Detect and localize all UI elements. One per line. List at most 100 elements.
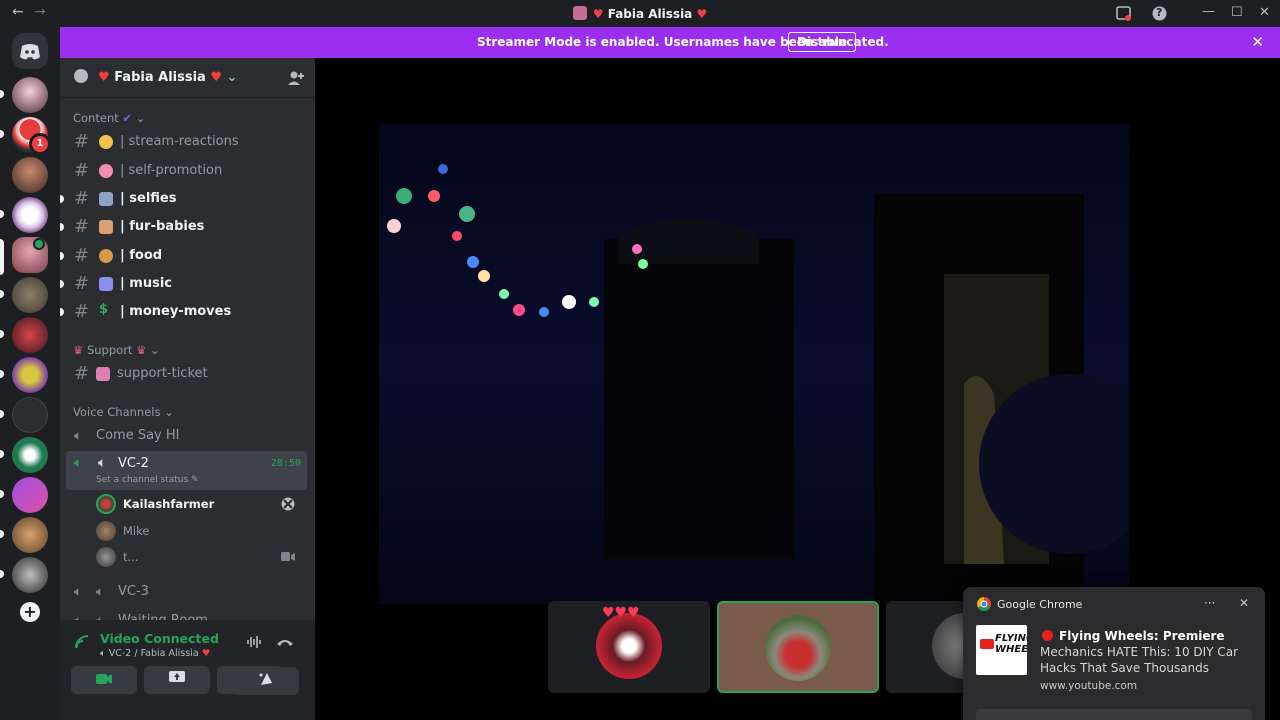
title-bar: ← → ♥ Fabia Alissia ♥ ? — ☐ ✕ [0,0,1280,27]
server-avatar[interactable] [12,157,48,193]
server-pip [0,210,4,218]
minimize-button[interactable]: — [1202,4,1215,19]
channel-label: | fur-babies [120,219,205,234]
channel-support-ticket[interactable]: # support-ticket [66,361,310,387]
notification-app-name: Google Chrome [997,598,1083,611]
channel-selfies[interactable]: # | selfies [66,186,310,212]
notification-url: www.youtube.com [1040,680,1138,692]
camera-button[interactable] [71,666,137,694]
music-note-emoji-icon [99,277,113,291]
maximize-button[interactable]: ☐ [1231,5,1243,20]
participant-tile[interactable]: ♥♥♥ [548,601,710,693]
channel-label: | stream-reactions [120,134,239,149]
disconnect-icon[interactable] [276,635,294,649]
server-header[interactable]: ♥ Fabia Alissia ♥ ⌄ [60,58,315,98]
unread-indicator [60,223,64,231]
streamer-mode-banner: Streamer Mode is enabled. Usernames have… [60,27,1280,58]
notification-close-button[interactable]: ✕ [1239,596,1249,610]
hash-icon: # [74,188,90,209]
screen-share-button[interactable] [144,666,210,694]
category-content[interactable]: Content ✔ ⌄ [73,111,145,125]
voice-channel-label: VC-2 [118,456,149,471]
server-avatar[interactable] [12,477,48,513]
camera-icon [281,552,295,561]
voice-channel-label: VC-3 [118,584,149,599]
close-window-button[interactable]: ✕ [1259,5,1270,20]
channel-money-moves[interactable]: # $ | money-moves [66,299,310,325]
server-pip [0,130,4,138]
voice-connection-status[interactable]: Video Connected [100,631,219,646]
server-pip [0,410,4,418]
server-pip [0,370,4,378]
voice-member-mike[interactable]: Mike [96,519,301,543]
server-avatar[interactable] [12,197,48,233]
channel-label: | food [120,248,163,263]
channel-fur-babies[interactable]: # | fur-babies [66,214,310,240]
server-pip [0,290,4,298]
flying-wheels-logo: FLYING WHEELS [976,625,1027,675]
unread-indicator [60,308,64,316]
server-avatar[interactable] [12,517,48,553]
chrome-notification[interactable]: Google Chrome ··· ✕ FLYING WHEELS Flying… [963,587,1265,720]
notification-title: Flying Wheels: Premiere [1059,629,1225,643]
close-banner-button[interactable]: ✕ [1251,33,1264,51]
disable-streamer-mode-button[interactable]: Disable [788,32,857,52]
voice-channel-come-say-hi[interactable]: 🔈︎ Come Say HI [66,422,310,450]
video-stream[interactable] [379,124,1159,604]
hearts-icon: ♥♥♥ [602,605,640,621]
mention-badge: 1 [29,133,51,155]
inbox-icon[interactable] [1116,6,1131,21]
participant-tile[interactable] [886,601,966,693]
add-server-button[interactable]: + [20,602,40,622]
voice-channel-vc2[interactable]: 🔈︎ 🔈︎ VC-2 28:50 Set a channel status ✎ [66,451,307,490]
hash-icon: # [74,160,90,181]
server-name: ♥ Fabia Alissia ♥ ⌄ [98,70,238,85]
voice-member-kailashfarmer[interactable]: Kailashfarmer [96,492,301,516]
channel-self-promotion[interactable]: # | self-promotion [66,158,310,184]
help-label: ? [1156,6,1163,19]
voice-channel-vc3[interactable]: 🔈︎ 🔈︎ VC-3 [66,578,310,606]
discord-home-button[interactable] [12,33,48,69]
server-avatar[interactable] [12,437,48,473]
member-name: Kailashfarmer [123,497,215,511]
server-avatar[interactable] [12,557,48,593]
video-status-icon [33,238,45,250]
notification-menu-button[interactable]: ··· [1204,596,1215,610]
chrome-icon [977,597,991,611]
category-support[interactable]: ♛ Support ♛ ⌄ [73,343,160,357]
discord-logo-icon [20,44,40,60]
participant-avatar [765,615,831,681]
voice-member-t[interactable]: t... [96,545,301,569]
voice-channel-label: Come Say HI [96,428,180,443]
invite-people-icon[interactable] [287,69,305,87]
server-avatar[interactable] [12,397,48,433]
speaker-icon: 🔈︎ [98,455,107,471]
participant-avatar [932,613,966,679]
channel-food[interactable]: # | food [66,243,310,269]
server-pip [0,450,4,458]
window-title: ♥ Fabia Alissia ♥ [0,6,1280,21]
noise-suppression-icon[interactable] [246,634,262,650]
channel-label: | money-moves [120,304,232,319]
hash-icon: # [74,216,90,237]
unread-indicator [60,280,64,288]
channel-music[interactable]: # | music [66,271,310,297]
server-avatar[interactable] [12,277,48,313]
server-pip [0,490,4,498]
participant-tile-speaking[interactable] [717,601,879,693]
channel-stream-reactions[interactable]: # | stream-reactions [66,129,310,155]
window-title-text: Fabia Alissia [607,7,693,21]
unread-indicator [60,252,64,260]
server-avatar[interactable] [12,357,48,393]
selected-server-indicator [0,239,4,275]
server-pip [0,570,4,578]
notification-action-button[interactable] [976,709,1252,720]
category-voice-channels[interactable]: Voice Channels ⌄ [73,405,174,419]
camera-icon [96,674,112,684]
member-name: Mike [123,524,150,538]
set-channel-status[interactable]: Set a channel status ✎ [96,475,199,485]
voice-location[interactable]: 🔈︎ VC-2 / Fabia Alissia ♥ [100,648,210,659]
server-avatar[interactable] [12,317,48,353]
server-avatar[interactable] [12,77,48,113]
soundboard-button[interactable] [233,667,299,695]
